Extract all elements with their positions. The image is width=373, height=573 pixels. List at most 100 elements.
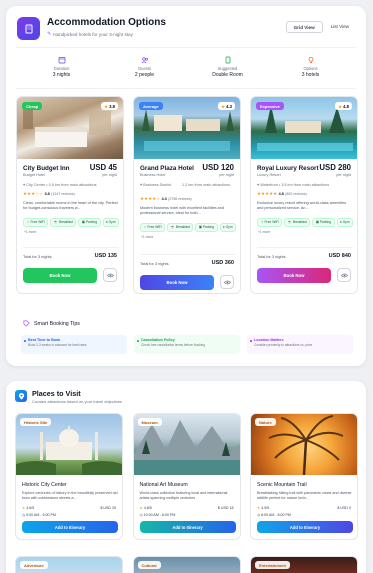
total-label: Total for 3 nights [23, 254, 52, 259]
amenity-chip: ⌔ Free WiFi [23, 218, 49, 227]
place-card[interactable]: Cultural [132, 556, 241, 573]
place-name: National Art Museum [139, 482, 188, 488]
hotel-name: Royal Luxury Resort [257, 165, 319, 172]
divider [257, 247, 353, 248]
amenity-chip: ♦ Gym [336, 218, 354, 227]
place-price-value: USD 0 [340, 506, 351, 510]
rating-value: 3.8 [109, 103, 115, 109]
accommodation-title: Accommodation Options [47, 17, 166, 28]
amenity-chip: ☕ Breakfast [50, 218, 77, 227]
category-tag: Entertainment [255, 561, 290, 569]
clock-icon: ◷ [257, 513, 261, 517]
accommodation-panel: Accommodation Options ✎ Handpicked hotel… [6, 6, 366, 366]
hotel-score: 3.8 [44, 191, 50, 196]
view-details-button[interactable] [337, 268, 351, 282]
price-tier-tag: Expensive [256, 102, 284, 110]
hotel-description: Exclusive luxury resort offering world-c… [257, 201, 346, 211]
place-hours: ◷ 6:00 AM - 8:00 PM [257, 513, 291, 517]
bullet-icon [24, 339, 26, 342]
star-icon: ★ [338, 103, 342, 109]
category-tag: Adventure [20, 561, 48, 569]
tip-title: Location Matters [254, 338, 284, 342]
hotel-card[interactable]: Expensive ★ 4.8 Royal Luxury Resort Luxu… [250, 96, 358, 294]
list-view-button[interactable]: List View [324, 21, 356, 33]
place-rating-value: 4.8/5 [143, 506, 152, 510]
accommodation-subtitle-text: Handpicked hotels for your 3-night stay [53, 31, 133, 37]
users-icon [141, 57, 148, 64]
hotel-name: City Budget Inn [23, 165, 70, 172]
place-rating: ★ 4.8/5 [140, 506, 152, 510]
book-now-button[interactable]: Book Now [23, 268, 97, 283]
clock-icon: ◷ [139, 513, 143, 517]
hotel-stars: ★★★★★ 4.8 (892 reviews) [257, 191, 307, 197]
amenity-chip: ▣ Parking [312, 218, 335, 227]
hotel-location: ⌖ City Center • 0.5 km from main attract… [23, 183, 119, 188]
summary-value: 3 nights [52, 72, 71, 78]
book-now-button[interactable]: Book Now [257, 268, 331, 283]
book-now-button[interactable]: Book Now [140, 275, 214, 290]
hotel-price: USD 45 [89, 163, 117, 172]
hotel-score: 4.3 [161, 196, 167, 201]
hotel-location-text: Business District [143, 183, 172, 187]
price-tier-tag: Cheap [22, 102, 43, 110]
star-icons: ★★★★☆ [140, 196, 161, 201]
hotel-price: USD 280 [319, 163, 351, 172]
dollar-icon: $ [217, 506, 220, 510]
price-unit: per night [102, 173, 117, 177]
total-price: USD 840 [328, 253, 351, 259]
hotel-type: Business Hotel [140, 173, 166, 177]
place-card[interactable]: Museum National Art Museum World-class c… [132, 413, 241, 540]
amenity-chip: ♦ Gym [219, 223, 237, 232]
price-unit: per night [336, 173, 351, 177]
summary-duration: Duration 3 nights [20, 56, 103, 78]
tip-card: Best Time to Book Book 2-3 weeks in adva… [21, 335, 127, 354]
hotel-card[interactable]: Average ★ 4.3 Grand Plaza Hotel Business… [133, 96, 241, 294]
add-to-itinerary-button[interactable]: Add to Itinerary [139, 521, 236, 533]
amenity-chip: ☕ Breakfast [167, 223, 194, 232]
sparkle-icon: ✎ [47, 31, 52, 37]
more-amenities[interactable]: +1 more [140, 234, 154, 240]
place-card[interactable]: Entertainment [250, 556, 358, 573]
hotel-price: USD 120 [202, 163, 234, 172]
map-pin-icon: ⌖ [257, 183, 260, 187]
total-price: USD 360 [211, 260, 234, 266]
booking-tips: Best Time to Book Book 2-3 weeks in adva… [21, 335, 353, 354]
tip-description: Check free cancellation terms before boo… [141, 343, 205, 347]
hotel-name: Grand Plaza Hotel [140, 165, 194, 172]
hotel-location-area: ⌖ Business District [140, 183, 178, 188]
amenity-list: ⌔ Free WiFi ☕ Breakfast ▣ Parking ♦ Gym … [257, 218, 355, 235]
place-card[interactable]: Nature Scenic Mountain Trail Breathtakin… [250, 413, 358, 540]
rating-badge: ★ 4.3 [218, 102, 235, 110]
category-tag: Cultural [137, 561, 161, 569]
place-card[interactable]: Adventure [15, 556, 123, 573]
star-icon: ★ [257, 506, 261, 510]
add-to-itinerary-button[interactable]: Add to Itinerary [22, 521, 118, 533]
summary-label: Guests [138, 66, 151, 71]
star-icons: ★★★☆☆ [23, 191, 44, 196]
hotel-score: 4.8 [278, 191, 284, 196]
amenity-label: Breakfast [175, 225, 190, 229]
tips-header: Smart Booking Tips [23, 320, 80, 327]
view-details-button[interactable] [220, 275, 234, 289]
places-subtitle: Curated attractions based on your travel… [32, 399, 123, 404]
more-amenities[interactable]: +1 more [23, 229, 37, 235]
amenity-list: ⌔ Free WiFi ☕ Breakfast ▣ Parking ♦ Gym … [23, 218, 121, 235]
hotel-photo: Expensive ★ 4.8 [251, 97, 357, 159]
place-price: $ USD 25 [100, 506, 116, 510]
lightbulb-icon [308, 56, 313, 63]
divider [23, 247, 119, 248]
place-hours: ◷ 9:00 AM - 5:00 PM [22, 513, 56, 517]
amenity-list: ⌔ Free WiFi ☕ Breakfast ▣ Parking ♦ Gym … [140, 223, 238, 240]
hotel-card[interactable]: Cheap ★ 3.8 City Budget Inn Budget Hotel… [16, 96, 124, 294]
more-amenities[interactable]: +1 more [257, 229, 271, 235]
grid-view-button[interactable]: Grid View [285, 21, 323, 33]
place-card[interactable]: Historic Site Historic City Center Explo… [15, 413, 123, 540]
category-tag: Historic Site [20, 418, 52, 426]
amenity-label: Free WiFi [30, 220, 45, 224]
view-details-button[interactable] [103, 268, 117, 282]
map-pin-icon [15, 390, 27, 402]
add-to-itinerary-button[interactable]: Add to Itinerary [257, 521, 353, 533]
door-icon [225, 56, 230, 64]
amenity-label: Free WiFi [147, 225, 162, 229]
hotel-icon [17, 17, 40, 40]
